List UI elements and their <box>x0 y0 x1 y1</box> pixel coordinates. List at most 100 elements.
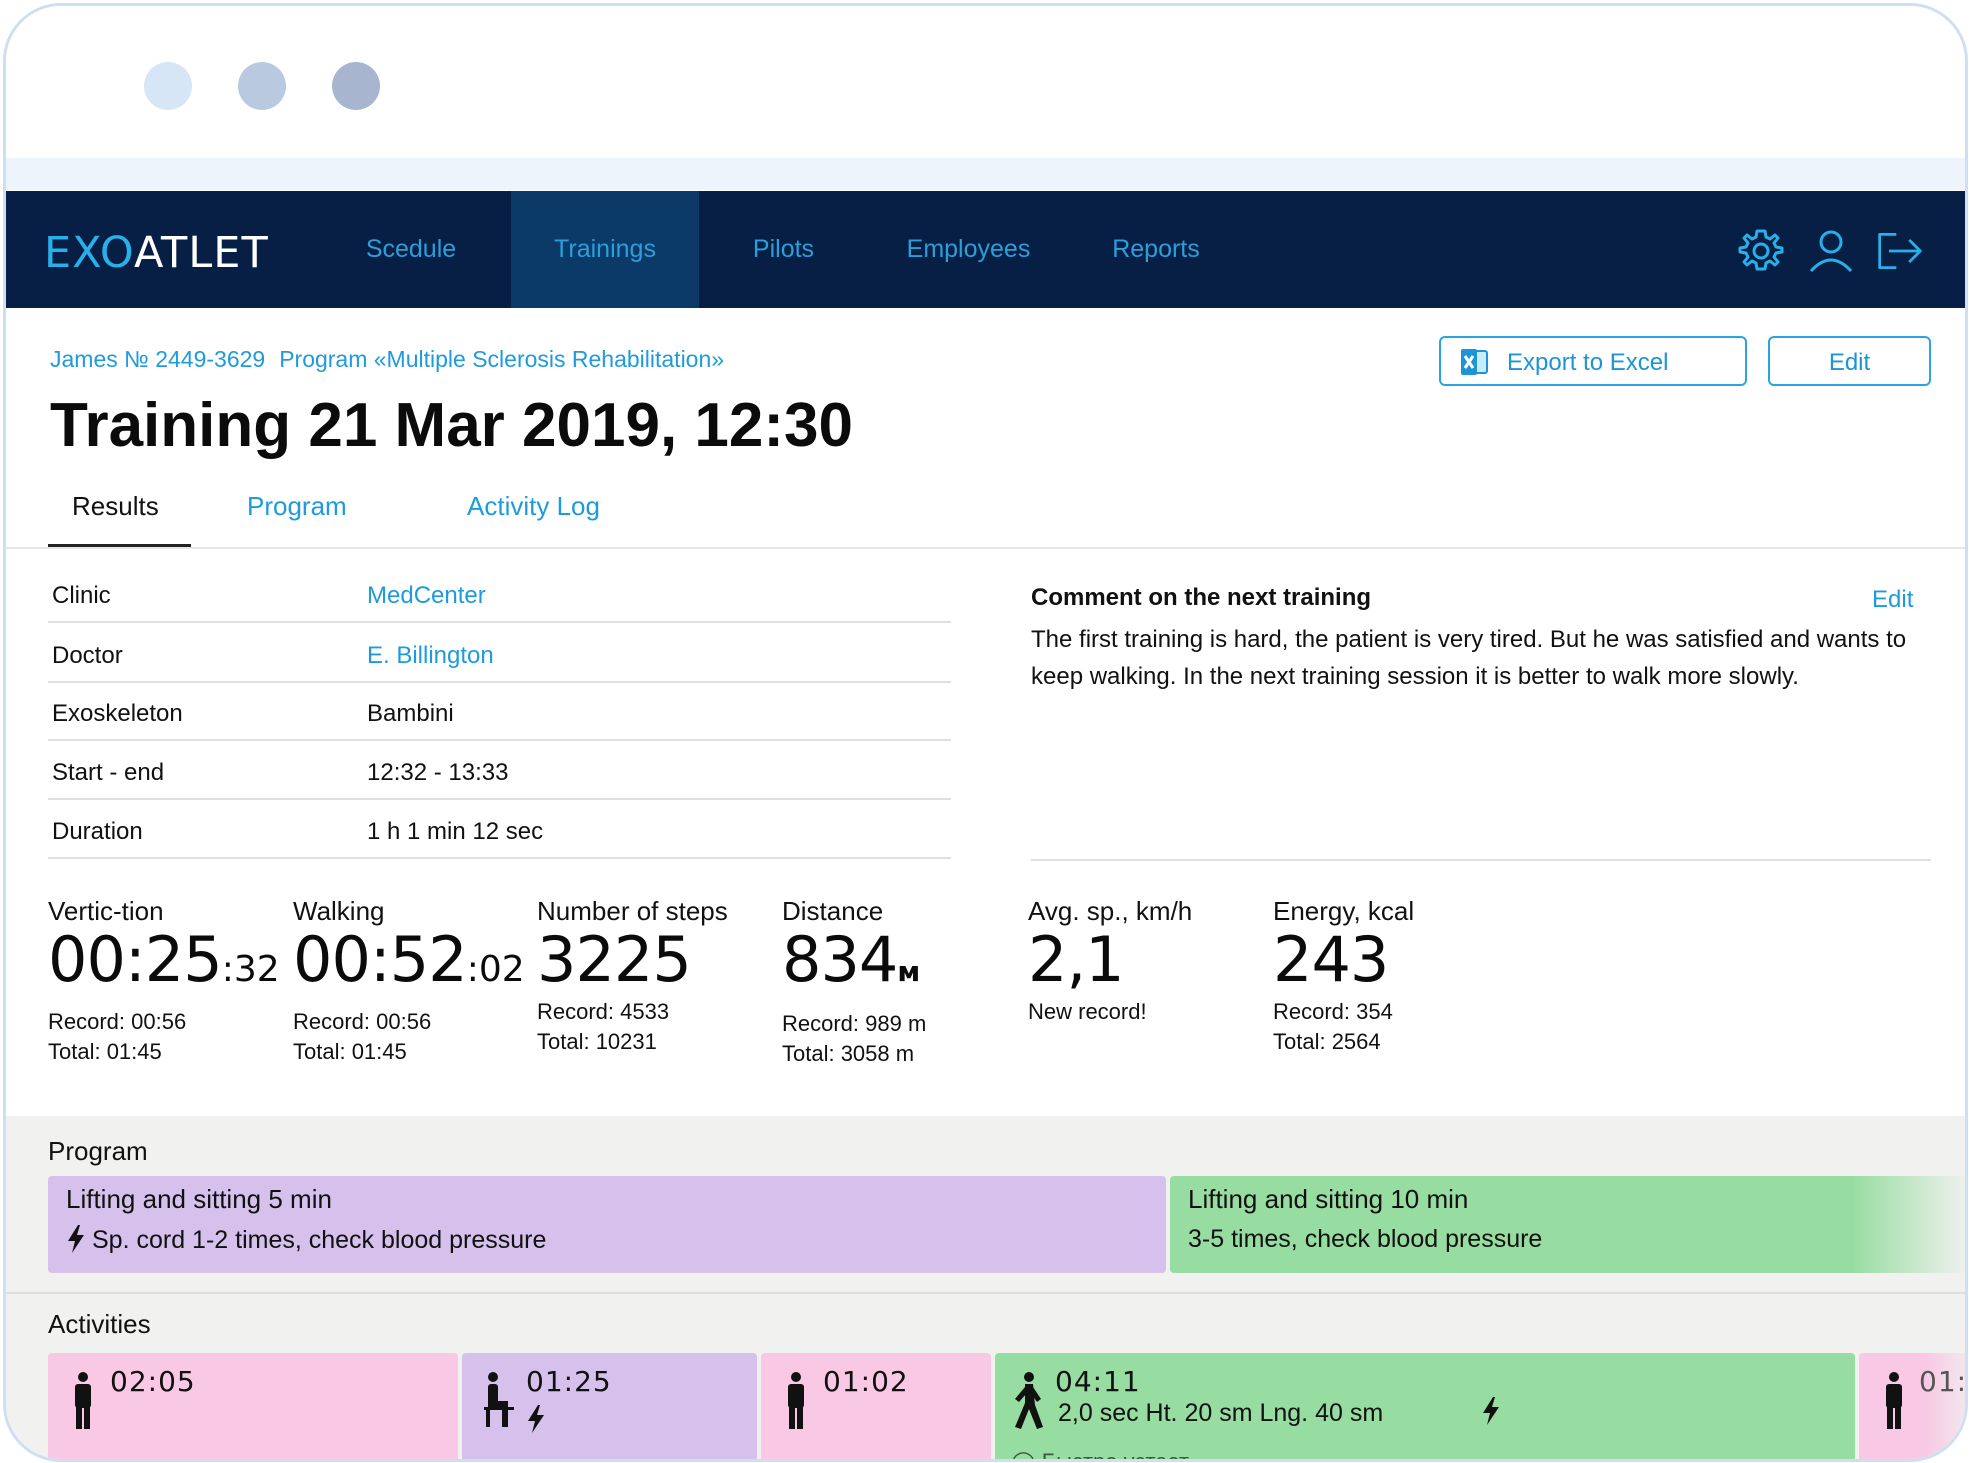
breadcrumb-program-link[interactable]: Program «Multiple Sclerosis Rehabilitati… <box>279 346 724 372</box>
activity-note: ◯ Быстро устает <box>1011 1449 1190 1462</box>
nav-item-reports[interactable]: Reports <box>1076 191 1236 308</box>
activity-block[interactable]: 02:05 <box>48 1353 458 1459</box>
stat-seconds: :32 <box>221 949 280 990</box>
tab-results[interactable]: Results <box>72 491 159 522</box>
stat-total: Total: 01:45 <box>48 1039 162 1064</box>
info-key: Doctor <box>52 642 123 669</box>
logout-icon[interactable] <box>1876 227 1924 275</box>
stat-seconds: :02 <box>466 949 525 990</box>
export-button-label: Export to Excel <box>1507 349 1669 376</box>
note-icon: ◯ <box>1011 1449 1042 1462</box>
stat-record: Record: 989 m <box>782 1011 927 1036</box>
breadcrumb: James № 2449-3629 Program «Multiple Scler… <box>50 346 738 373</box>
program-block[interactable]: Lifting and sitting 10 min 3-5 times, ch… <box>1170 1176 1965 1273</box>
activity-time: 01: <box>1919 1365 1968 1398</box>
comment-text: The first training is hard, the patient … <box>1031 626 1907 690</box>
info-value: Bambini <box>367 700 454 727</box>
program-block-title: Lifting and sitting 5 min <box>66 1184 332 1214</box>
edit-training-button[interactable]: Edit <box>1768 336 1931 386</box>
lightning-icon <box>1483 1397 1499 1425</box>
stat-main: 834 <box>782 923 898 996</box>
walking-person-icon <box>1015 1372 1043 1429</box>
stat-value: 00:25:32 <box>48 929 288 1001</box>
comment-edit-link[interactable]: Edit <box>1872 586 1913 614</box>
info-key: Start - end <box>52 759 165 786</box>
comment-heading: Comment on the next training <box>1031 584 1372 611</box>
lightning-icon <box>68 1225 84 1253</box>
lightning-icon <box>528 1405 544 1433</box>
activity-block[interactable]: 01:25 <box>462 1353 757 1459</box>
activity-block[interactable]: 01: <box>1859 1353 1968 1459</box>
doctor-link[interactable]: E. Billington <box>367 642 494 670</box>
excel-icon <box>1461 349 1488 375</box>
nav-item-trainings[interactable]: Trainings <box>511 191 699 308</box>
stat-total: Total: 01:45 <box>293 1039 407 1064</box>
activity-note-text: Быстро устает <box>1041 1449 1190 1462</box>
export-to-excel-button[interactable]: Export to Excel <box>1439 336 1747 386</box>
stat-record: Record: 00:56 <box>293 1009 432 1034</box>
clinic-link[interactable]: MedCenter <box>367 582 486 610</box>
info-key: Clinic <box>52 582 111 609</box>
stat-walking: Walking 00:52:02 Record: 00:56 Total: 01… <box>293 896 533 1067</box>
info-value: 12:32 - 13:33 <box>367 759 509 786</box>
stat-unit: м <box>897 955 921 988</box>
logo-exo-text: EXO <box>44 228 134 278</box>
window-control-maximize[interactable] <box>332 62 380 110</box>
activity-time: 02:05 <box>110 1365 196 1398</box>
activity-time: 01:02 <box>823 1365 909 1398</box>
stat-value: 834м <box>782 929 1022 1003</box>
program-section-label: Program <box>48 1136 148 1166</box>
window-control-minimize[interactable] <box>238 62 286 110</box>
stat-steps: Number of steps 3225 Record: 4533 Total:… <box>537 896 777 1057</box>
activity-time: 04:11 <box>1055 1365 1141 1398</box>
nav-item-schedule[interactable]: Scedule <box>316 191 506 308</box>
stat-main: 00:52 <box>293 923 468 996</box>
nav-item-employees[interactable]: Employees <box>876 191 1061 308</box>
sitting-person-icon <box>484 1372 514 1427</box>
stat-main: 00:25 <box>48 923 223 996</box>
info-key: Duration <box>52 818 143 845</box>
activity-detail: 2,0 sec Ht. 20 sm Lng. 40 sm <box>1058 1399 1384 1427</box>
titlebar-strip <box>6 158 1965 190</box>
stat-record: Record: 4533 <box>537 999 670 1024</box>
app-window: EXOATLET Scedule Trainings Pilots Employ… <box>3 3 1968 1462</box>
page-title: Training 21 Mar 2019, 12:30 <box>50 391 853 460</box>
activity-block[interactable]: 04:11 2,0 sec Ht. 20 sm Lng. 40 sm ◯ Быс… <box>995 1353 1855 1462</box>
info-row-start-end: Start - end 12:32 - 13:33 <box>48 741 951 800</box>
comment-divider <box>1031 859 1931 861</box>
standing-person-icon <box>788 1372 804 1429</box>
stat-record: New record! <box>1028 999 1147 1024</box>
program-block-desc: Sp. cord 1-2 times, check blood pressure <box>66 1225 1148 1255</box>
window-control-close[interactable] <box>144 62 192 110</box>
info-key: Exoskeleton <box>52 700 183 727</box>
stat-value: 243 <box>1273 923 1389 996</box>
breadcrumb-patient-link[interactable]: James № 2449-3629 <box>50 346 265 372</box>
info-value: 1 h 1 min 12 sec <box>367 818 544 845</box>
program-block-title: Lifting and sitting 10 min <box>1188 1184 1469 1214</box>
standing-person-icon <box>75 1372 91 1429</box>
stat-distance: Distance 834м Record: 989 m Total: 3058 … <box>782 896 1022 1069</box>
stat-total: Total: 2564 <box>1273 1029 1381 1054</box>
section-divider <box>6 1292 1965 1294</box>
tab-program[interactable]: Program <box>247 491 347 522</box>
nav-item-pilots[interactable]: Pilots <box>706 191 861 308</box>
exoatlet-logo[interactable]: EXOATLET <box>44 228 269 278</box>
stat-total: Total: 10231 <box>537 1029 657 1054</box>
tabs-divider <box>6 547 1965 549</box>
user-icon[interactable] <box>1807 227 1855 275</box>
window-titlebar <box>6 6 1965 190</box>
activity-block[interactable]: 01:02 <box>761 1353 991 1459</box>
stat-value: 00:52:02 <box>293 929 533 1001</box>
logo-atlet-text: ATLET <box>133 228 269 278</box>
activities-section-label: Activities <box>48 1309 151 1339</box>
tab-activity-log[interactable]: Activity Log <box>467 491 600 522</box>
program-block-desc-text: Sp. cord 1-2 times, check blood pressure <box>92 1226 547 1254</box>
gear-icon[interactable] <box>1737 227 1785 275</box>
top-navbar: EXOATLET Scedule Trainings Pilots Employ… <box>6 191 1965 308</box>
info-row-clinic: Clinic MedCenter <box>48 564 951 623</box>
program-block[interactable]: Lifting and sitting 5 min Sp. cord 1-2 t… <box>48 1176 1166 1273</box>
stat-energy: Energy, kcal 243 Record: 354 Total: 2564 <box>1273 896 1513 1057</box>
stat-value: 3225 <box>537 923 692 996</box>
activity-time: 01:25 <box>526 1365 612 1398</box>
info-row-doctor: Doctor E. Billington <box>48 624 951 683</box>
